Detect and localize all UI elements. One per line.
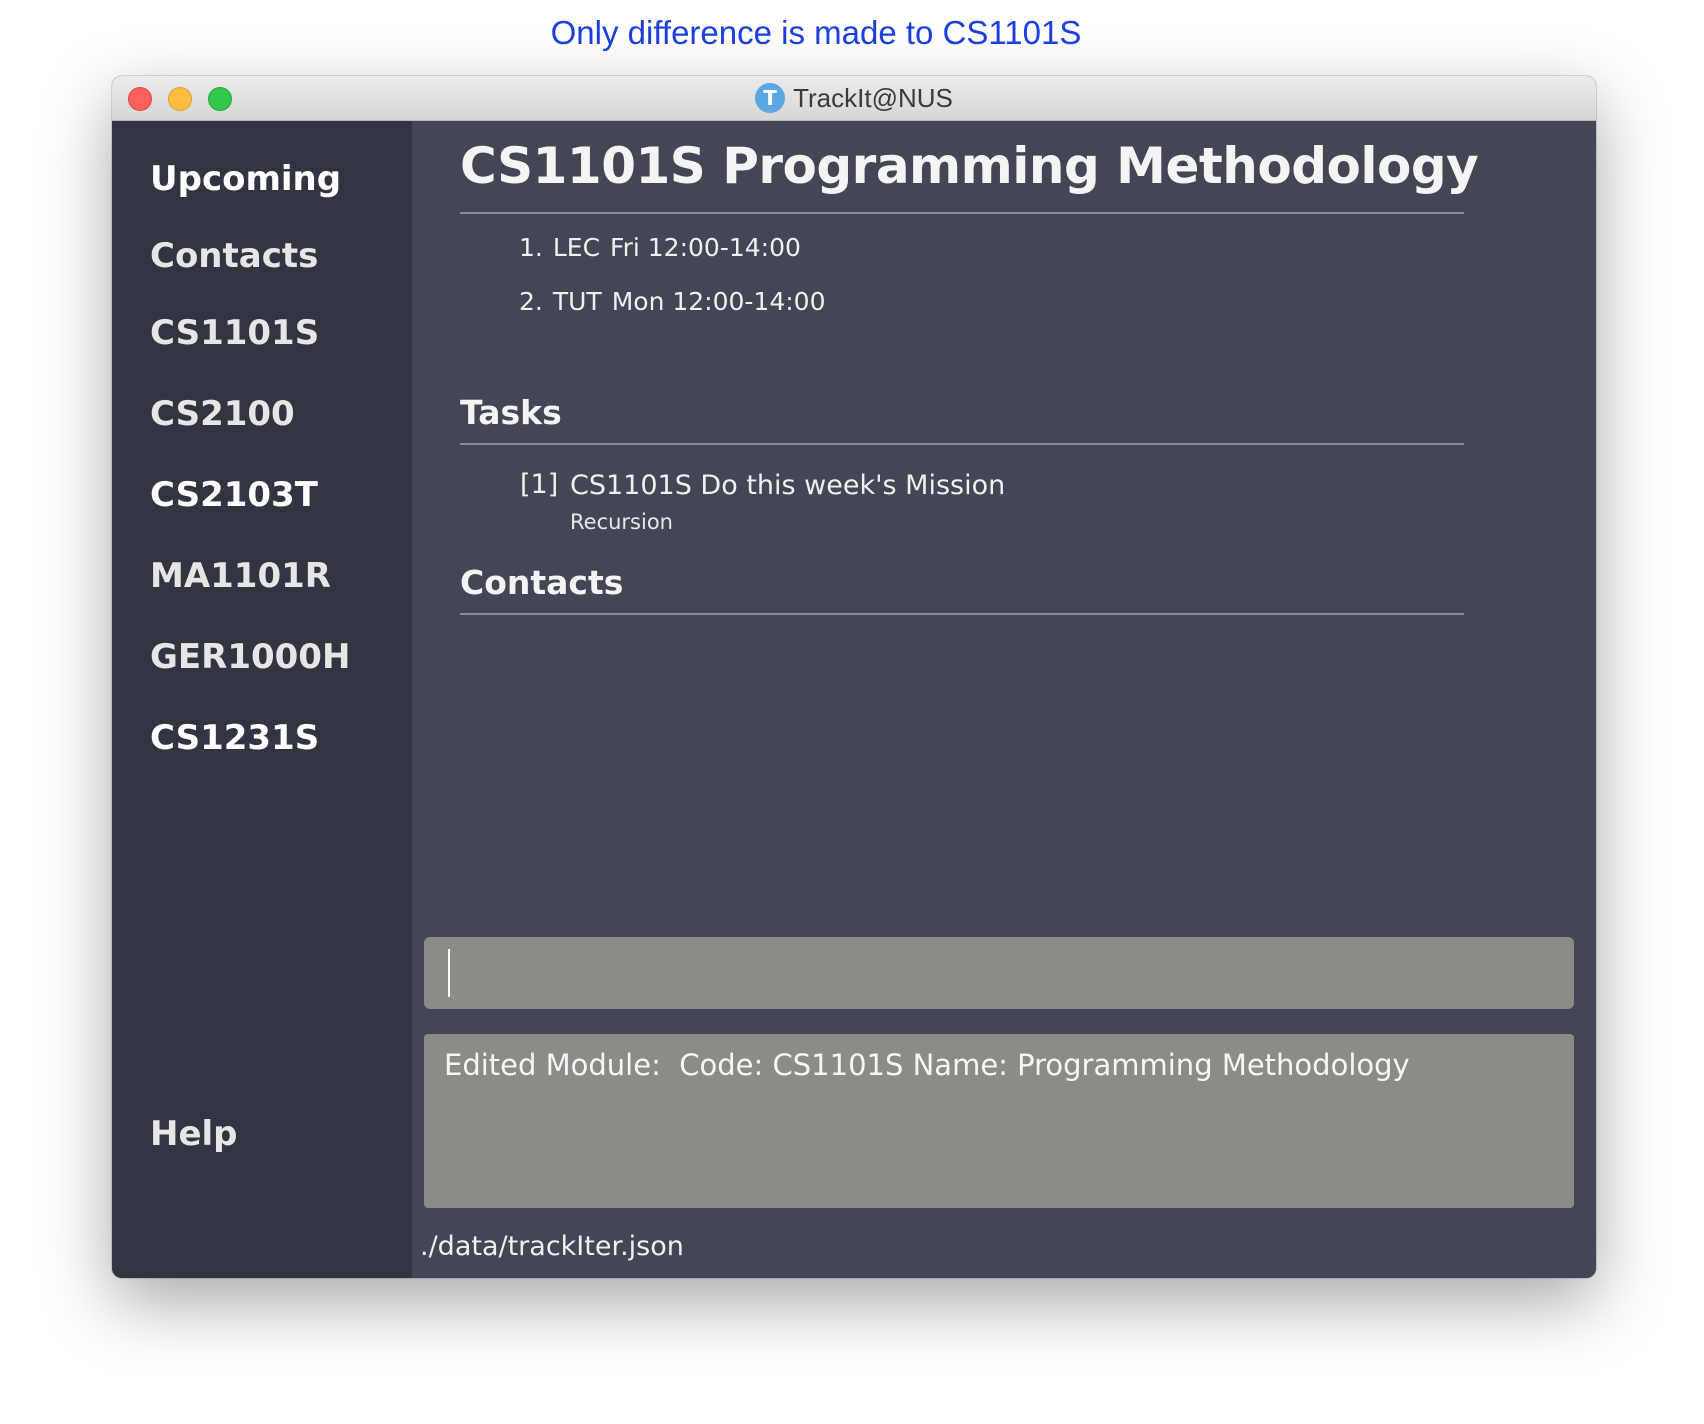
result-display: Edited Module: Code: CS1101S Name: Progr… <box>424 1034 1574 1208</box>
text-caret <box>448 949 450 997</box>
sidebar-item-ma1101r[interactable]: MA1101R <box>150 556 331 596</box>
tasks-heading: Tasks <box>460 393 562 432</box>
lesson-item: 2. TUT Mon 12:00-14:00 <box>519 287 835 316</box>
sidebar-item-cs1101s[interactable]: CS1101S <box>150 313 319 353</box>
task-description: Recursion <box>570 510 673 534</box>
annotation-text: Only difference is made to CS1101S <box>550 14 1082 51</box>
sidebar-item-contacts[interactable]: Contacts <box>150 236 318 276</box>
sidebar-item-cs2103t[interactable]: CS2103T <box>150 475 318 515</box>
title-divider <box>460 212 1464 214</box>
tasks-divider <box>460 443 1464 445</box>
app-window: T TrackIt@NUS Upcoming Contacts CS1101S … <box>112 76 1596 1278</box>
lesson-item: 1. LEC Fri 12:00-14:00 <box>519 233 811 262</box>
app-logo-icon: T <box>755 83 786 113</box>
contacts-heading: Contacts <box>460 563 624 602</box>
command-input[interactable] <box>424 937 1574 1009</box>
main-panel: CS1101S Programming Methodology 1. LEC Fri… <box>412 121 1596 1278</box>
lesson-time: Fri 12:00-14:00 <box>610 233 801 262</box>
window-title: TrackIt@NUS <box>793 82 953 113</box>
sidebar-item-cs1231s[interactable]: CS1231S <box>150 718 319 758</box>
window-title-group: T TrackIt@NUS <box>112 76 1596 120</box>
lesson-type: LEC <box>552 233 601 262</box>
module-title: CS1101S Programming Methodology <box>460 137 1479 195</box>
contacts-divider <box>460 613 1464 615</box>
sidebar-item-cs2100[interactable]: CS2100 <box>150 394 295 434</box>
title-bar: T TrackIt@NUS <box>112 76 1596 121</box>
task-name[interactable]: CS1101S Do this week's Mission <box>570 470 1005 501</box>
sidebar-item-help[interactable]: Help <box>150 1114 238 1154</box>
lesson-time: Mon 12:00-14:00 <box>611 287 826 316</box>
lesson-index: 1. <box>519 233 543 262</box>
sidebar: Upcoming Contacts CS1101S CS2100 CS2103T… <box>112 121 412 1278</box>
task-index: [1] <box>520 469 559 500</box>
lesson-type: TUT <box>552 287 602 316</box>
sidebar-item-upcoming[interactable]: Upcoming <box>150 159 341 199</box>
status-file-path: ./data/trackIter.json <box>420 1231 684 1262</box>
lesson-index: 2. <box>519 287 543 316</box>
sidebar-item-ger1000h[interactable]: GER1000H <box>150 637 350 677</box>
